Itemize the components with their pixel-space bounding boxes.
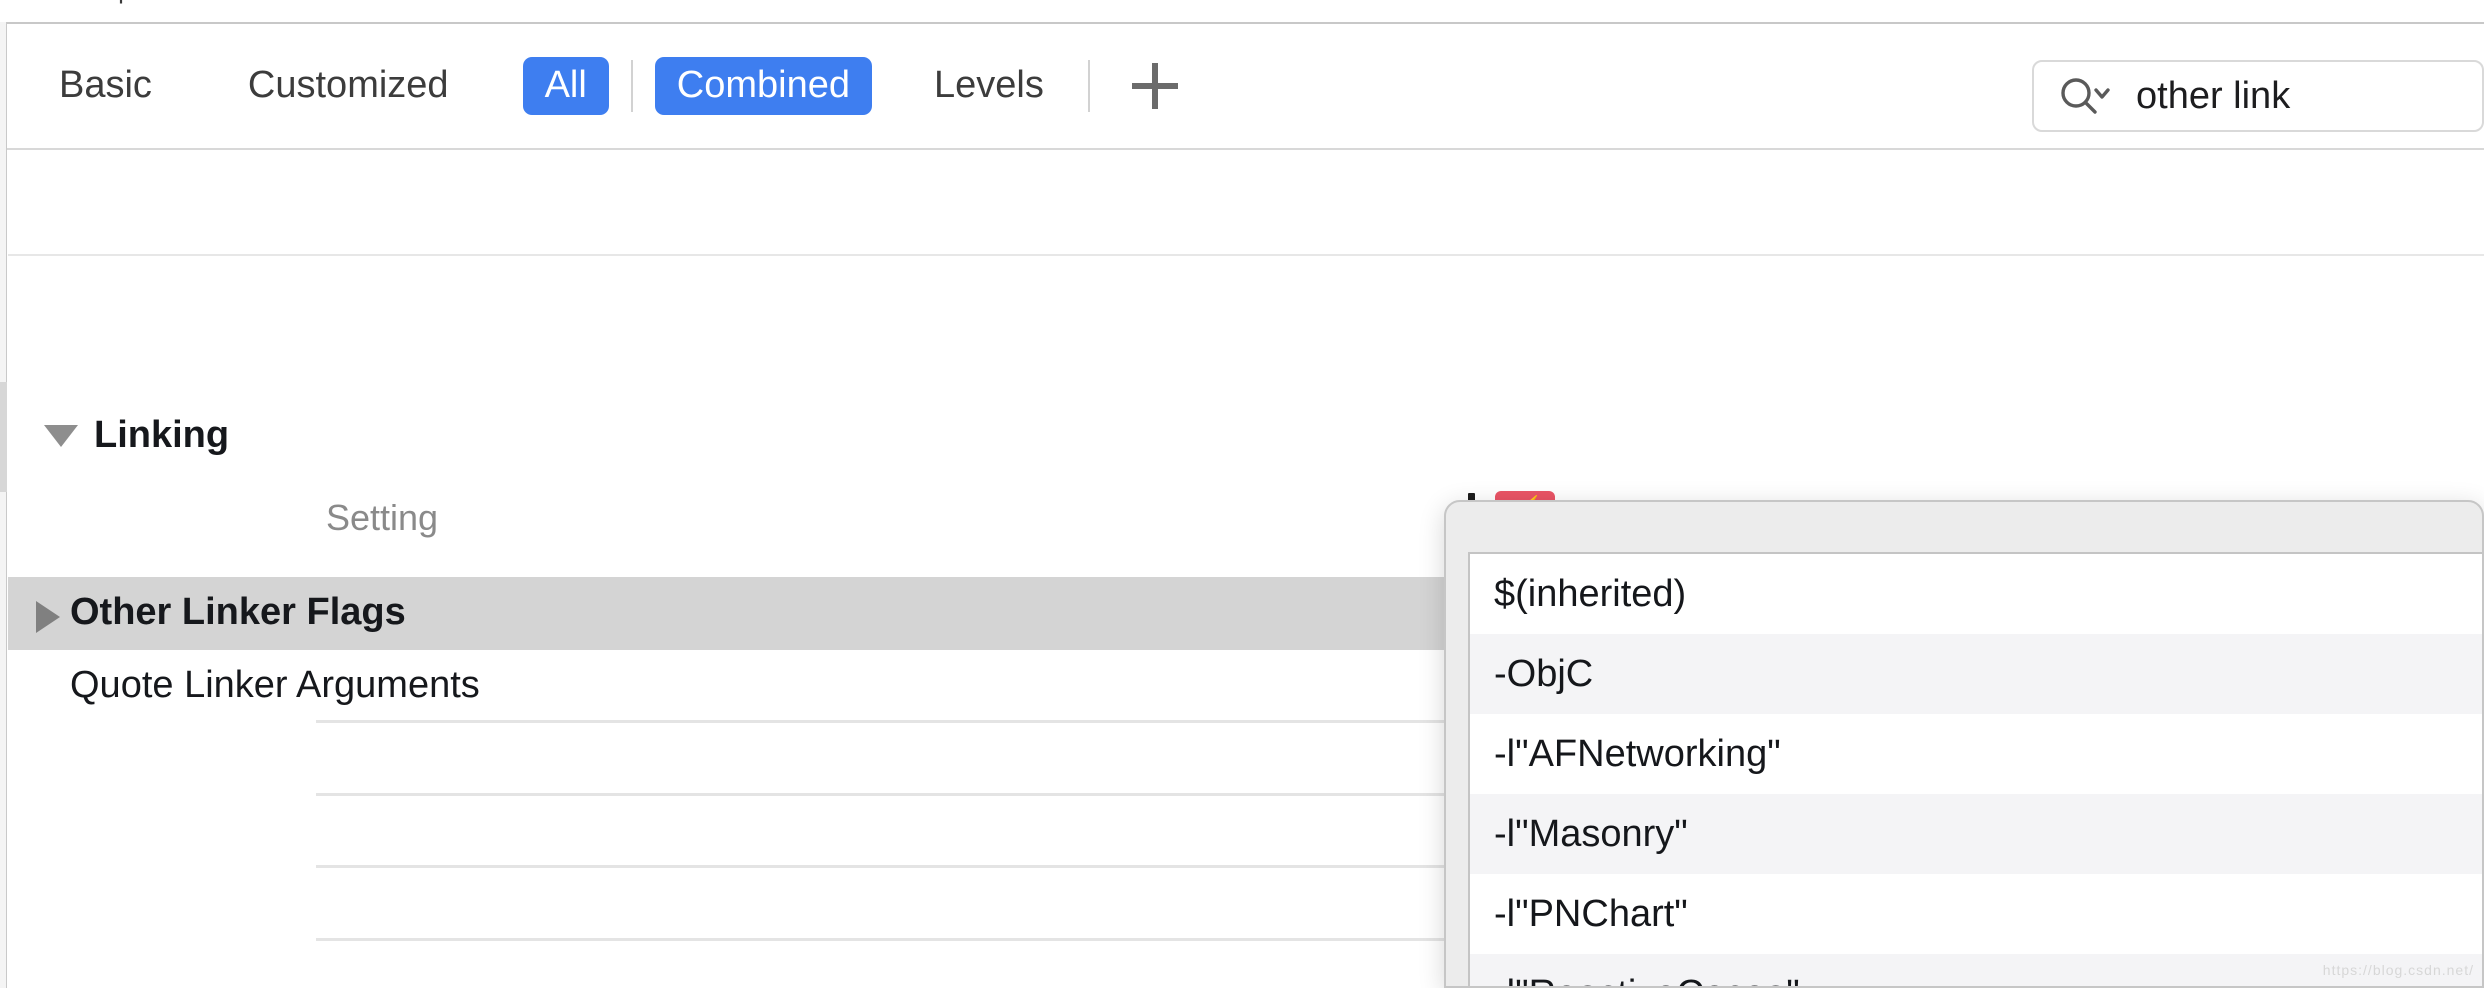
list-item[interactable]: $(inherited) [1470,554,2482,634]
content-top-rule [8,254,2484,256]
setting-name: Other Linker Flags [70,591,406,633]
tab-all[interactable]: All [522,57,609,115]
search-input-value[interactable]: other link [2136,75,2290,118]
list-item[interactable]: -l"AFNetworking" [1470,714,2482,794]
other-linker-flags-popover: $(inherited) -ObjC -l"AFNetworking" -l"M… [1444,500,2484,988]
left-rail [0,22,7,988]
toolbar-divider-1 [630,60,633,112]
list-item[interactable]: -l"PNChart" [1470,874,2482,954]
left-rail-scroll-thumb[interactable] [0,382,7,492]
section-header-linking[interactable]: Linking [44,414,229,457]
popover-arrow [2256,502,2344,504]
search-field[interactable]: other link [2032,60,2484,132]
disclosure-triangle-icon[interactable] [36,601,60,633]
clipped-top-text-row: .....|...↓...↓..... [0,0,2484,8]
tab-customized[interactable]: Customized [226,57,471,115]
tab-combined[interactable]: Combined [654,57,873,115]
search-icon [2056,74,2114,118]
list-item[interactable]: -ObjC [1470,634,2482,714]
linker-flags-list[interactable]: $(inherited) -ObjC -l"AFNetworking" -l"M… [1468,552,2482,986]
tab-basic[interactable]: Basic [37,57,174,115]
triangle-down-icon[interactable] [44,424,78,447]
xcode-build-settings-screen: .....|...↓...↓..... Basic Customized All… [0,0,2484,988]
section-title: Linking [94,414,230,456]
tab-levels[interactable]: Levels [912,57,1066,115]
list-item[interactable]: -l"Masonry" [1470,794,2482,874]
toolbar-divider-2 [1087,60,1090,112]
watermark: https://blog.csdn.net/ [2322,962,2474,978]
add-setting-button[interactable] [1124,55,1186,117]
column-header-setting: Setting [326,497,439,538]
setting-name: Quote Linker Arguments [70,664,480,706]
